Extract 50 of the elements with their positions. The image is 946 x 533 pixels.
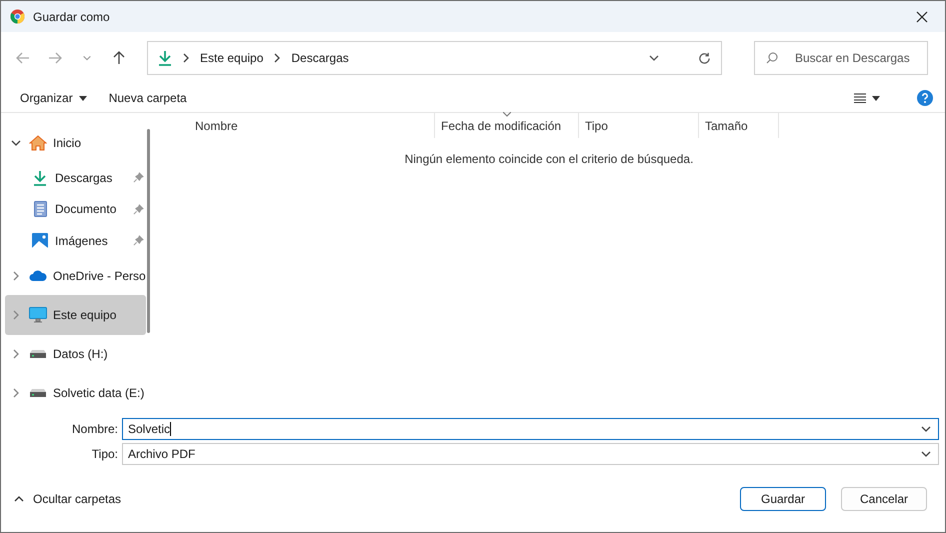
sidebar-item[interactable]: Descargas [5,162,146,194]
caret-icon [872,96,880,100]
up-arrow-icon [113,51,125,65]
hide-folders-toggle[interactable]: Ocultar carpetas [13,492,122,506]
drive-icon [30,350,46,358]
organize-menu[interactable]: Organizar [13,88,94,108]
window-title: Guardar como [33,10,111,24]
download-icon [158,50,172,66]
close-icon [916,10,928,22]
download-icon [33,170,47,186]
app-icon [10,9,25,24]
sidebar-item[interactable]: Documento [5,194,146,225]
sidebar-item[interactable]: Este equipo [5,295,146,335]
sort-icon [502,112,510,117]
save-button[interactable]: Guardar [740,486,826,510]
column-header[interactable]: Tipo [579,113,699,138]
sidebar-item[interactable]: OneDrive - Perso [5,256,146,296]
field-label: Nombre: [70,422,118,436]
column-header[interactable]: Nombre [189,113,435,138]
sidebar-item[interactable]: Solvetic data (E:) [5,374,146,413]
list-view-icon [854,93,866,103]
caret-icon [78,96,87,100]
computer-icon [29,307,47,323]
empty-message: Ningún elemento coincide con el criterio de búsqueda. [404,152,694,166]
new-folder-button[interactable]: Nueva carpeta [102,88,194,108]
sidebar-item[interactable]: Imágenes [5,224,146,256]
refresh-icon[interactable] [698,52,711,64]
type-dropdown[interactable]: Archivo PDF [122,443,939,465]
chevron-down-icon [82,53,92,63]
home-icon [29,134,47,151]
sidebar-item[interactable]: Inicio [5,123,146,162]
filename-field[interactable]: Solvetic [122,418,939,440]
image-icon [32,233,48,248]
cloud-icon [29,270,47,282]
address-bar[interactable]: Este equipo Descargas [147,41,722,75]
search-field[interactable]: Buscar en Descargas [754,41,928,75]
column-header[interactable]: Tamaño [699,113,779,138]
back-arrow-icon [16,52,30,64]
scrollbar-thumb[interactable] [147,129,150,333]
drive-icon [30,389,46,398]
breadcrumb[interactable]: Descargas [291,51,349,65]
help-icon[interactable] [917,90,933,106]
search-icon [766,52,778,64]
field-label: Tipo: [90,447,118,461]
column-header[interactable]: Fecha de modificación [435,113,579,138]
forward-arrow-icon [48,52,62,64]
breadcrumb[interactable]: Este equipo [200,51,264,65]
sidebar-item[interactable]: Datos (H:) [5,334,146,374]
document-icon [34,201,46,218]
cancel-button[interactable]: Cancelar [841,486,927,510]
